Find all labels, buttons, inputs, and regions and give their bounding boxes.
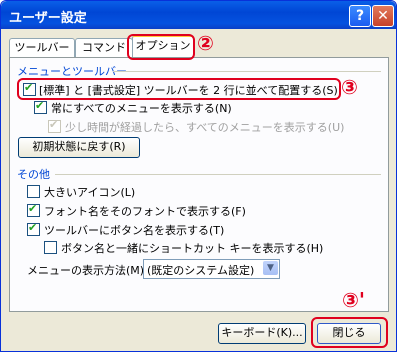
highlight-two-row-option [17, 78, 341, 100]
show-shortcut-keys-label[interactable]: ボタン名と一緒にショートカット キーを表示する(H) [61, 240, 323, 256]
highlight-close-button [311, 317, 388, 348]
window-title: ユーザー設定 [9, 11, 87, 26]
menu-animation-label: メニューの表示方法(M): [27, 264, 148, 277]
large-icons-checkbox[interactable] [27, 185, 40, 198]
group-divider [113, 71, 381, 72]
help-button[interactable]: ? [349, 5, 371, 27]
font-preview-label[interactable]: フォント名をそのフォントで表示する(F) [44, 203, 246, 219]
font-preview-checkbox[interactable] [27, 202, 40, 217]
callout-close: ③' [342, 288, 366, 312]
show-full-menus-label[interactable]: 常にすべてのメニューを表示する(N) [51, 100, 232, 116]
callout-tab: ② [197, 31, 214, 55]
close-window-button[interactable]: ✕ [372, 5, 394, 27]
tab-toolbars[interactable]: ツールバー [9, 38, 75, 57]
show-full-menus-checkbox[interactable] [34, 99, 47, 114]
tab-commands[interactable]: コマンド [75, 38, 133, 57]
keyboard-button[interactable]: キーボード(K)... [218, 323, 306, 344]
group-divider [55, 174, 381, 175]
menu-animation-value: (既定のシステム設定) [147, 264, 255, 277]
group-title-menus-toolbars: メニューとツールバー [17, 65, 127, 78]
show-screentips-label[interactable]: ツールバーにボタン名を表示する(T) [44, 222, 224, 238]
title-bar: ユーザー設定 ? ✕ [1, 1, 396, 29]
highlight-tab-options [127, 34, 195, 60]
reset-usage-button[interactable]: 初期状態に戻す(R) [18, 137, 140, 158]
show-screentips-checkbox[interactable] [27, 221, 40, 236]
callout-option: ③ [341, 75, 358, 99]
delayed-full-menus-label: 少し時間が経過したら、すべてのメニューを表示する(U) [65, 121, 345, 134]
group-title-other: その他 [17, 168, 50, 181]
delayed-full-menus-checkbox [48, 118, 61, 133]
show-shortcut-keys-checkbox[interactable] [44, 241, 57, 254]
large-icons-label[interactable]: 大きいアイコン(L) [44, 184, 135, 200]
menu-animation-select[interactable]: (既定のシステム設定) ▼ [143, 259, 280, 279]
chevron-down-icon[interactable]: ▼ [263, 261, 278, 275]
